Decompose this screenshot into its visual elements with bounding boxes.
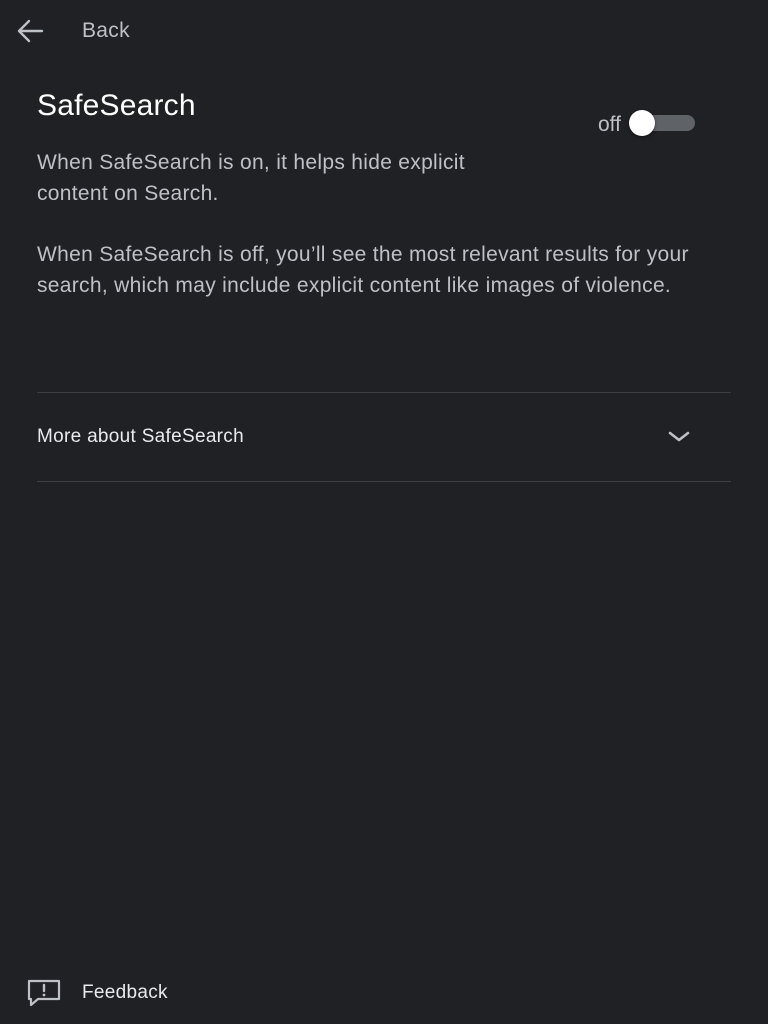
- feedback-button[interactable]: Feedback: [26, 976, 168, 1010]
- description-off: When SafeSearch is off, you’ll see the m…: [37, 243, 689, 297]
- page-title: SafeSearch: [37, 89, 196, 122]
- feedback-label: Feedback: [82, 982, 168, 1003]
- chevron-down-icon: [667, 425, 691, 449]
- feedback-icon: [26, 978, 62, 1008]
- divider: [37, 481, 731, 482]
- toggle-state-label: off: [598, 113, 621, 136]
- back-label: Back: [82, 19, 130, 42]
- top-bar: Back: [0, 0, 768, 62]
- more-about-safesearch-expander[interactable]: More about SafeSearch: [37, 393, 731, 481]
- safesearch-toggle[interactable]: off: [598, 108, 697, 138]
- toggle-switch[interactable]: [628, 110, 697, 136]
- description-on: When SafeSearch is on, it helps hide exp…: [37, 151, 465, 205]
- back-button[interactable]: Back: [14, 10, 130, 52]
- toggle-knob: [628, 110, 655, 136]
- safesearch-settings-screen: Back SafeSearch off When SafeSearch is o…: [0, 0, 768, 1024]
- arrow-left-icon: [14, 15, 46, 47]
- expander-label: More about SafeSearch: [37, 426, 244, 447]
